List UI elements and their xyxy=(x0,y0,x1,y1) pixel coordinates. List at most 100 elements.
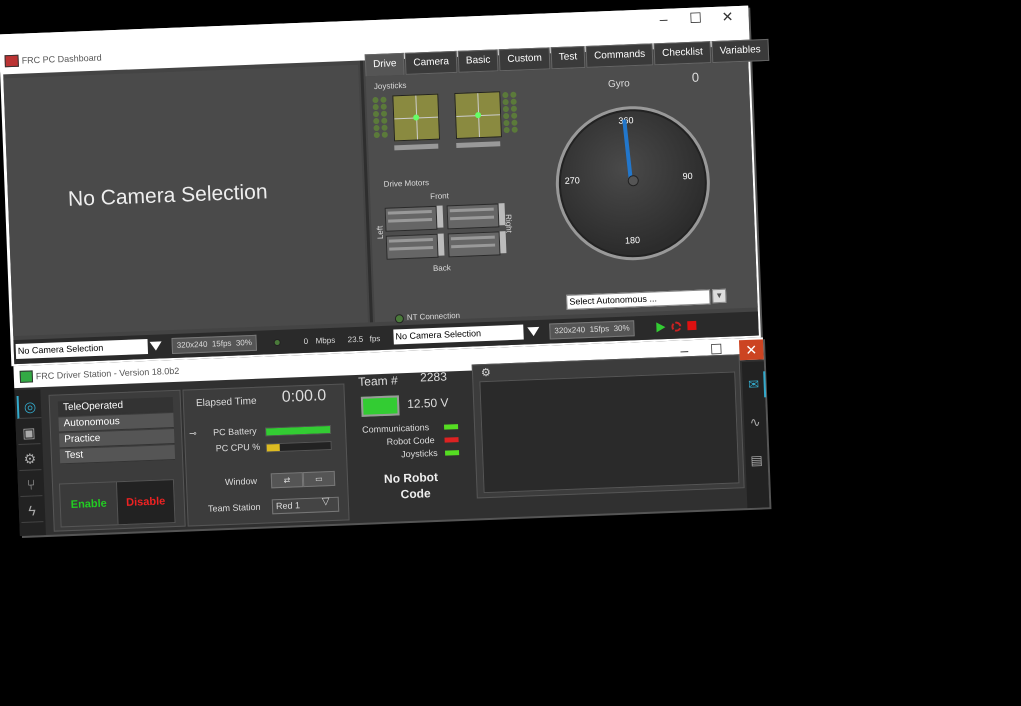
messages-settings-icon[interactable]: ⚙ xyxy=(481,366,491,379)
tab-test[interactable]: Test xyxy=(550,45,586,70)
right-camera-select[interactable]: No Camera Selection xyxy=(393,324,524,345)
dashboard-title: FRC PC Dashboard xyxy=(21,52,102,66)
messages-area[interactable] xyxy=(479,371,740,494)
camera-placeholder: No Camera Selection xyxy=(67,180,268,211)
status-panel: Elapsed Time 0:00.0 ⊸ PC Battery PC CPU … xyxy=(182,383,350,527)
nt-connection-label: NT Connection xyxy=(406,310,461,323)
window-float-button[interactable]: ▭ xyxy=(302,470,336,488)
joystick-1-throttle xyxy=(394,143,439,151)
mode-panel: TeleOperated Autonomous Practice Test En… xyxy=(48,389,186,532)
tab-camera[interactable]: Camera xyxy=(405,50,458,75)
messages-panel: ⚙ xyxy=(471,354,745,499)
charts-tab-icon[interactable]: ∿ xyxy=(745,409,766,436)
pc-cpu-bar xyxy=(265,440,332,453)
window-dock-button[interactable]: ⇄ xyxy=(270,472,304,489)
left-label: Left xyxy=(375,225,385,240)
pc-battery-label: PC Battery xyxy=(212,425,257,438)
driver-station-window: FRC Driver Station - Version 18.0b2 – ☐ … xyxy=(13,337,770,537)
ds-close-button[interactable]: ✕ xyxy=(738,339,764,361)
team-station-dropdown-icon[interactable]: ▽ xyxy=(322,496,330,507)
motor-back-left-slider[interactable] xyxy=(437,233,445,256)
operation-tab-icon[interactable]: ◎ xyxy=(16,395,42,420)
joystick-2-buttons-2 xyxy=(510,90,522,133)
robot-status-line1: No Robot xyxy=(383,469,439,486)
drive-motors-label: Drive Motors xyxy=(383,178,430,189)
communications-label: Communications xyxy=(361,422,430,435)
right-camera-settings[interactable]: 320x240 15fps 30% xyxy=(549,320,635,340)
setup-tab-icon[interactable]: ⚙ xyxy=(18,447,42,471)
battery-icon xyxy=(360,395,400,417)
motor-front-right xyxy=(446,203,500,230)
left-camera-select[interactable]: No Camera Selection xyxy=(15,338,149,360)
autonomous-dropdown-icon[interactable]: ▼ xyxy=(711,288,727,304)
right-camera-dropdown-icon[interactable] xyxy=(527,326,540,337)
motor-front-left xyxy=(384,205,438,232)
team-label: Team # xyxy=(358,373,398,389)
joysticks-label: Joysticks xyxy=(373,80,407,92)
motor-front-right-slider[interactable] xyxy=(498,203,506,226)
joystick-1-display xyxy=(392,93,441,142)
pc-cpu-fill xyxy=(266,443,280,452)
right-rail: ✉ ∿ ▤ xyxy=(741,361,770,509)
left-camera-settings[interactable]: 320x240 15fps 30% xyxy=(171,334,258,355)
window-label: Window xyxy=(224,475,258,488)
app-icon xyxy=(4,54,19,68)
minimize-button[interactable]: – xyxy=(648,10,679,27)
joystick-1-buttons-2 xyxy=(380,95,392,138)
elapsed-value: 0:00.0 xyxy=(281,387,327,406)
fps-unit: fps xyxy=(369,334,381,344)
gauge-tick-180: 180 xyxy=(624,234,641,246)
close-button[interactable]: ✕ xyxy=(712,8,743,26)
elapsed-label: Elapsed Time xyxy=(195,395,257,410)
team-number: 2283 xyxy=(419,369,448,385)
right-fps: 15fps xyxy=(589,324,610,334)
power-tab-icon[interactable]: ϟ xyxy=(20,499,44,523)
maximize-button[interactable]: ☐ xyxy=(680,9,711,27)
messages-tab-icon[interactable]: ✉ xyxy=(743,371,767,399)
right-pct: 30% xyxy=(613,323,630,334)
tab-checklist[interactable]: Checklist xyxy=(653,41,712,66)
play-icon[interactable] xyxy=(656,322,666,333)
autonomous-select[interactable]: Select Autonomous ... xyxy=(566,289,711,310)
joysticks-indicator xyxy=(444,450,460,456)
joysticks-status-label: Joysticks xyxy=(400,447,438,460)
right-res: 320x240 xyxy=(554,325,586,336)
gyro-gauge: 360 270 90 180 xyxy=(552,103,713,264)
tab-drive[interactable]: Drive xyxy=(364,52,405,77)
gyro-hub xyxy=(627,175,639,187)
pc-battery-bar xyxy=(264,424,332,437)
left-camera-dropdown-icon[interactable] xyxy=(149,341,162,351)
tab-custom[interactable]: Custom xyxy=(498,47,551,72)
diagnostics-tab-icon[interactable]: ▣ xyxy=(17,421,41,446)
tab-commands[interactable]: Commands xyxy=(585,43,654,68)
gauge-tick-90: 90 xyxy=(682,170,693,182)
team-station-label: Team Station xyxy=(207,501,261,514)
front-label: Front xyxy=(430,191,450,202)
joystick-2-display xyxy=(454,91,502,139)
tab-variables[interactable]: Variables xyxy=(711,38,770,64)
left-res: 320x240 xyxy=(176,339,208,350)
enable-button[interactable]: Enable xyxy=(58,481,119,528)
motor-front-left-slider[interactable] xyxy=(436,205,444,228)
gyro-needle xyxy=(622,119,633,180)
record-icon[interactable] xyxy=(671,321,682,332)
gyro-value: 0 xyxy=(691,69,700,85)
robot-code-indicator xyxy=(444,437,459,443)
gyro-label: Gyro xyxy=(607,78,630,91)
both-tab-icon[interactable]: ▤ xyxy=(746,447,767,474)
fps-value: 23.5 xyxy=(347,334,364,345)
mode-test[interactable]: Test xyxy=(59,445,176,465)
usb-devices-tab-icon[interactable]: ⑂ xyxy=(19,473,43,497)
ds-app-icon xyxy=(19,370,34,383)
disable-button[interactable]: Disable xyxy=(115,479,176,526)
left-rail: ◎ ▣ ⚙ ⑂ ϟ xyxy=(14,389,46,537)
dashboard-body: No Camera Selection Drive Camera Basic C… xyxy=(3,38,770,365)
motor-back-right xyxy=(447,231,501,258)
driver-station-title: FRC Driver Station - Version 18.0b2 xyxy=(35,365,180,382)
stop-icon[interactable] xyxy=(687,320,697,331)
motor-back-left xyxy=(385,233,439,260)
tab-basic[interactable]: Basic xyxy=(457,49,499,73)
left-pct: 30% xyxy=(235,337,253,348)
robot-voltage: 12.50 V xyxy=(406,395,449,412)
motor-back-right-slider[interactable] xyxy=(499,231,507,254)
